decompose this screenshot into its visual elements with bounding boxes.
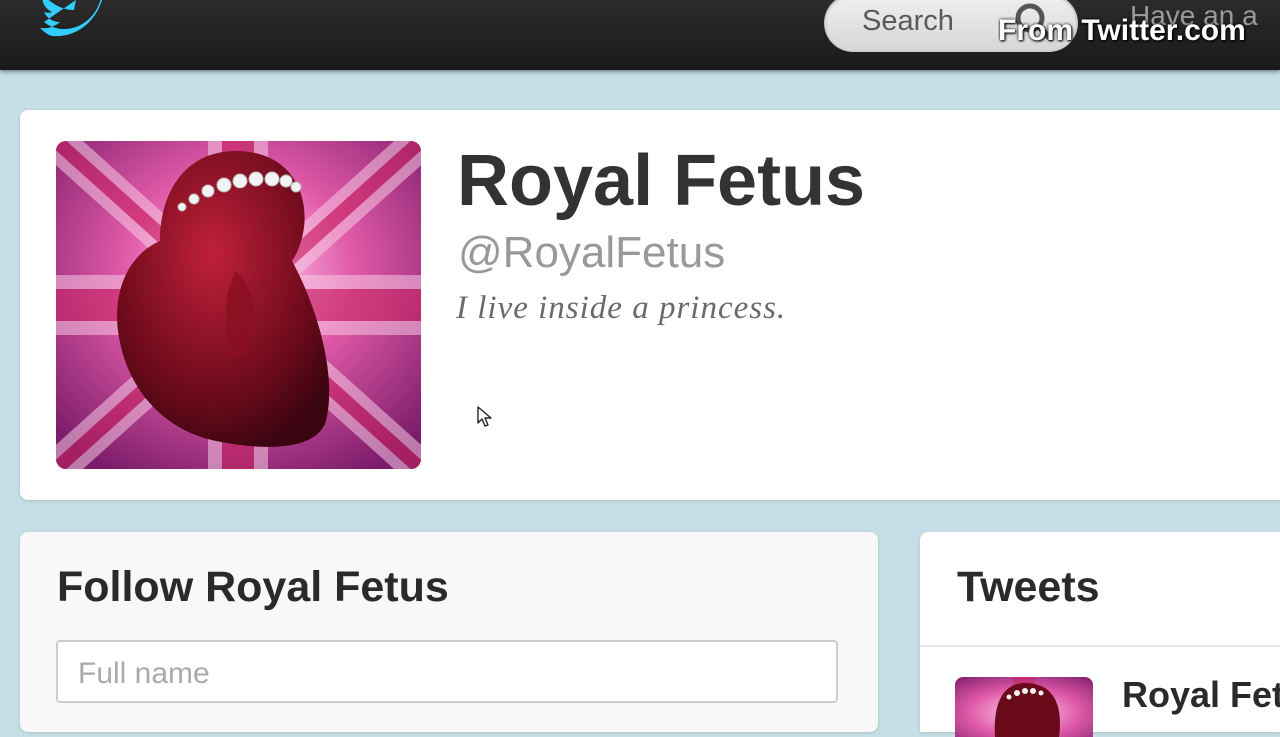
tweets-title: Tweets (957, 563, 1100, 611)
tweet-author-name[interactable]: Royal Fetus (1122, 674, 1280, 716)
twitter-bird-icon[interactable] (38, 0, 110, 42)
full-name-input[interactable] (56, 640, 838, 703)
profile-handle[interactable]: @RoyalFetus (458, 228, 725, 278)
tweet-avatar[interactable] (955, 677, 1093, 737)
follow-title: Follow Royal Fetus (57, 563, 449, 611)
profile-bio: I live inside a princess. (456, 290, 787, 326)
source-watermark: From Twitter.com (998, 14, 1246, 47)
tweets-divider (920, 645, 1280, 647)
search-input[interactable] (862, 2, 992, 40)
mouse-pointer-icon (477, 406, 492, 427)
profile-avatar[interactable] (56, 141, 421, 469)
profile-name: Royal Fetus (457, 141, 866, 221)
